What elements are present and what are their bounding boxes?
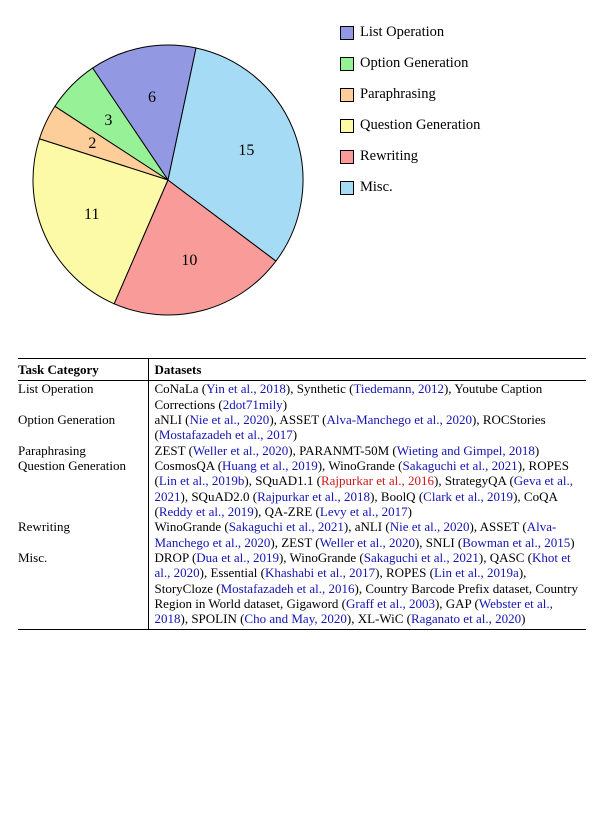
legend-item: Rewriting xyxy=(340,148,586,165)
legend-swatch xyxy=(340,26,354,40)
table-row: ParaphrasingZEST (Weller et al., 2020), … xyxy=(18,443,586,458)
legend-swatch xyxy=(340,150,354,164)
table-row: Question GenerationCosmosQA (Huang et al… xyxy=(18,458,586,519)
legend-label: Paraphrasing xyxy=(360,86,436,103)
pie-slice-value: 6 xyxy=(148,89,156,107)
cell-datasets: DROP (Dua et al., 2019), WinoGrande (Sak… xyxy=(148,550,586,629)
cell-datasets: CosmosQA (Huang et al., 2019), WinoGrand… xyxy=(148,458,586,519)
cell-category: Misc. xyxy=(18,550,148,629)
table-row: List OperationCoNaLa (Yin et al., 2018),… xyxy=(18,381,586,412)
cell-datasets: aNLI (Nie et al., 2020), ASSET (Alva-Man… xyxy=(148,412,586,443)
pie-svg xyxy=(18,20,328,330)
legend-label: Question Generation xyxy=(360,117,480,134)
legend-swatch xyxy=(340,57,354,71)
cell-category: Rewriting xyxy=(18,519,148,550)
pie-slice-value: 15 xyxy=(238,142,254,160)
legend-label: Rewriting xyxy=(360,148,418,165)
legend-label: List Operation xyxy=(360,24,444,41)
legend-label: Option Generation xyxy=(360,55,468,72)
legend: List Operation Option Generation Paraphras… xyxy=(340,20,586,210)
cell-category: Option Generation xyxy=(18,412,148,443)
header-datasets: Datasets xyxy=(148,359,586,381)
legend-swatch xyxy=(340,119,354,133)
legend-label: Misc. xyxy=(360,179,393,196)
pie-slice-value: 10 xyxy=(181,252,197,270)
legend-item: Option Generation xyxy=(340,55,586,72)
pie-chart: 6 32 11 10 15 xyxy=(18,20,328,330)
datasets-table: Task Category Datasets List OperationCoN… xyxy=(18,358,586,630)
cell-datasets: ZEST (Weller et al., 2020), PARANMT-50M … xyxy=(148,443,586,458)
table-row: Option GenerationaNLI (Nie et al., 2020)… xyxy=(18,412,586,443)
legend-swatch xyxy=(340,181,354,195)
legend-swatch xyxy=(340,88,354,102)
legend-item: Paraphrasing xyxy=(340,86,586,103)
table-row: RewritingWinoGrande (Sakaguchi et al., 2… xyxy=(18,519,586,550)
cell-category: Question Generation xyxy=(18,458,148,519)
pie-slice-value: 11 xyxy=(84,206,99,224)
figure-top: 6 32 11 10 15 List Operation Option Generatio… xyxy=(18,20,586,330)
pie-slice-value: 2 xyxy=(88,135,96,153)
cell-category: Paraphrasing xyxy=(18,443,148,458)
header-category: Task Category xyxy=(18,359,148,381)
legend-item: Question Generation xyxy=(340,117,586,134)
legend-item: Misc. xyxy=(340,179,586,196)
table-row: Misc.DROP (Dua et al., 2019), WinoGrande… xyxy=(18,550,586,629)
pie-slice-value: 3 xyxy=(104,112,112,130)
cell-category: List Operation xyxy=(18,381,148,412)
cell-datasets: WinoGrande (Sakaguchi et al., 2021), aNL… xyxy=(148,519,586,550)
legend-item: List Operation xyxy=(340,24,586,41)
cell-datasets: CoNaLa (Yin et al., 2018), Synthetic (Ti… xyxy=(148,381,586,412)
